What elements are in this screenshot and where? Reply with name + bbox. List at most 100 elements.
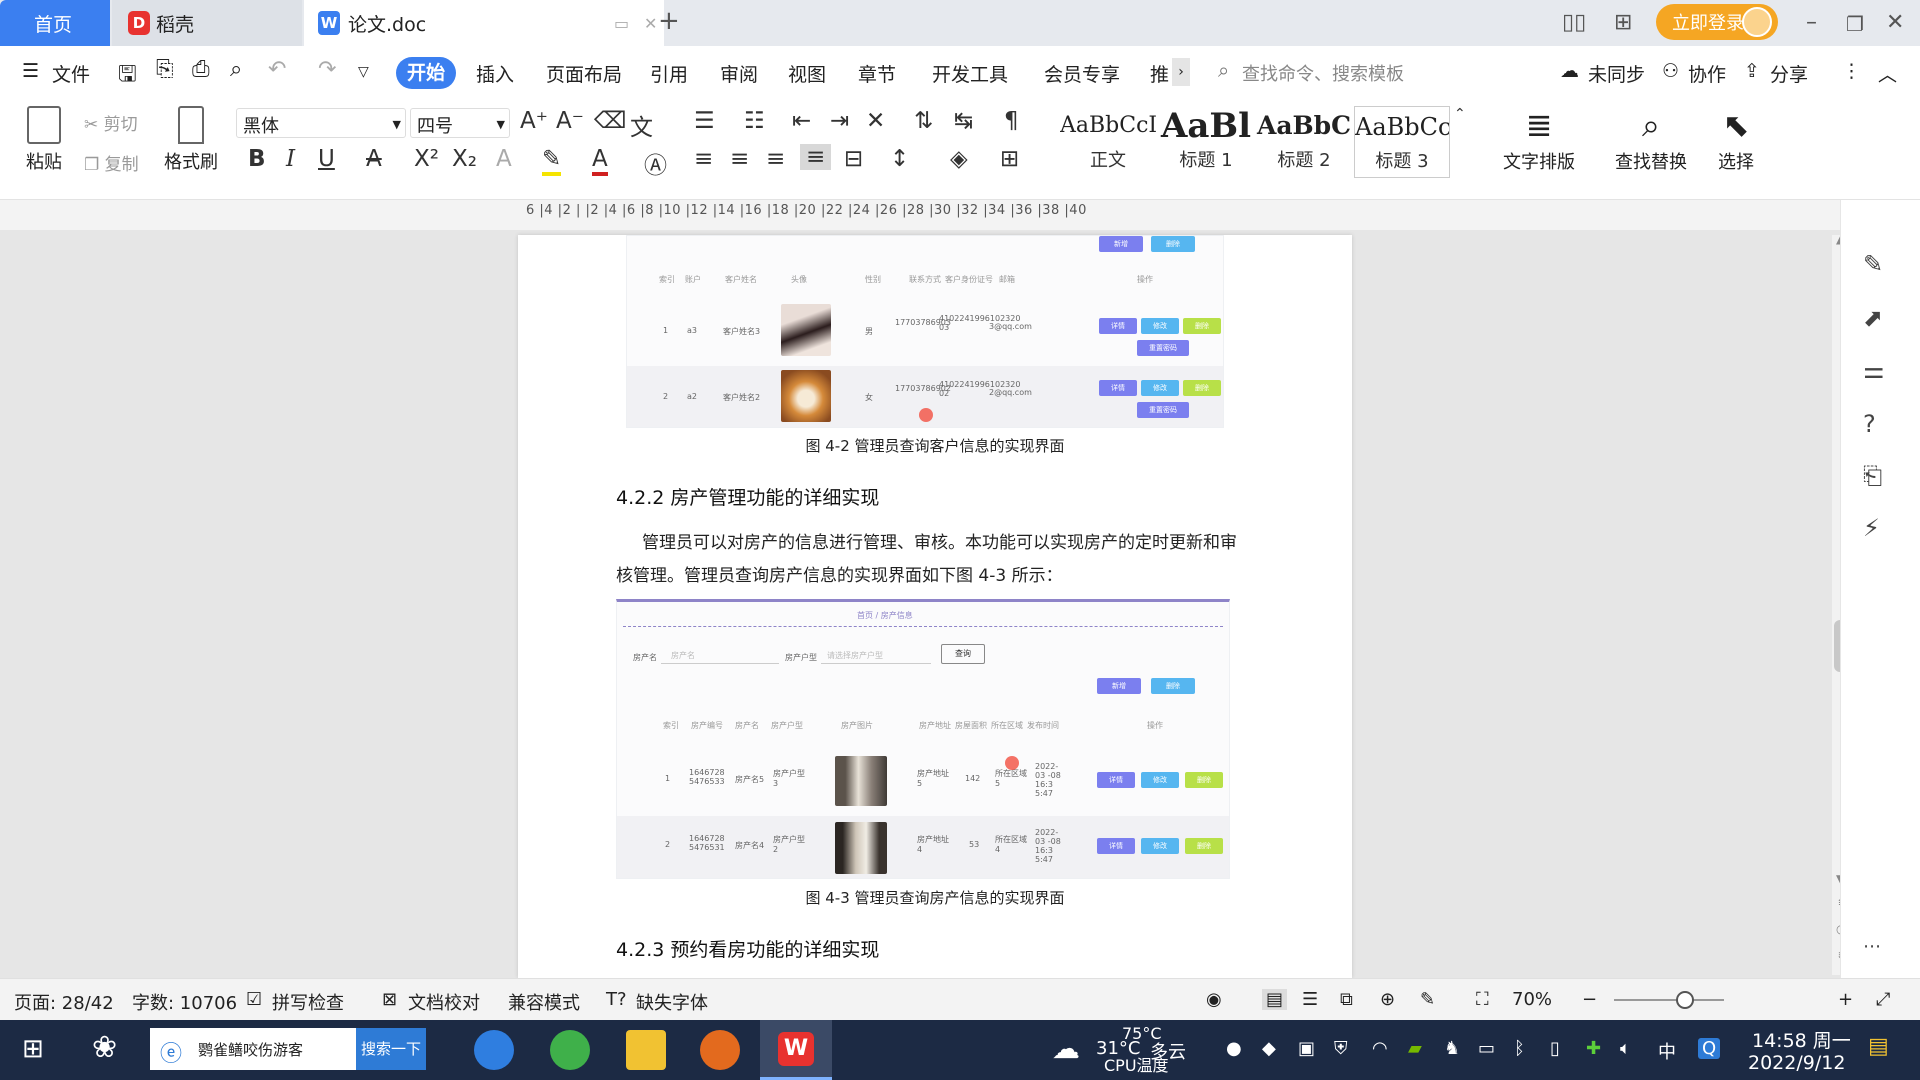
document-page[interactable]: 新增 删除 索引 账户 客户姓名 头像 性别 联系方式 客户身份证号 邮箱 操作…	[518, 235, 1352, 978]
paste-button[interactable]: 粘贴	[16, 106, 72, 174]
web-view-icon[interactable]: ⊕	[1380, 989, 1395, 1010]
more-icon[interactable]: ⋯	[1863, 936, 1881, 957]
cut-button[interactable]: ✂ 剪切	[84, 110, 138, 135]
zoom-slider-handle[interactable]	[1676, 991, 1694, 1009]
clock-date[interactable]: 2022/9/12	[1748, 1052, 1845, 1074]
save-icon[interactable]: 🖫	[118, 57, 137, 95]
text-layout-button[interactable]: ≣ 文字排版	[1494, 106, 1584, 174]
tab-document[interactable]: W 论文.doc ▭ ✕	[304, 0, 664, 46]
superscript-icon[interactable]: X²	[414, 146, 439, 172]
text-direction-icon[interactable]: ↹	[954, 108, 973, 134]
text-effect-icon[interactable]: A	[496, 146, 512, 172]
menu-view[interactable]: 视图	[788, 60, 826, 87]
tab-home[interactable]: 首页	[0, 0, 110, 46]
sync-status[interactable]: 未同步	[1588, 60, 1645, 87]
help-icon[interactable]: ?	[1863, 410, 1876, 438]
menu-more[interactable]: 推	[1150, 60, 1169, 87]
find-replace-button[interactable]: ⌕ 查找替换	[1606, 106, 1696, 174]
tray-green-icon[interactable]: ✚	[1586, 1038, 1601, 1059]
app-launcher-icon[interactable]: ❀	[92, 1030, 117, 1065]
wifi-icon[interactable]: ◠	[1372, 1038, 1388, 1059]
highlight-icon[interactable]: ✎	[542, 146, 562, 176]
menu-start[interactable]: 开始	[396, 57, 456, 89]
grow-font-icon[interactable]: A⁺	[520, 108, 548, 134]
select-button[interactable]: ⬉ 选择	[1706, 106, 1766, 174]
menu-insert[interactable]: 插入	[476, 60, 514, 87]
bullets-icon[interactable]: ☰	[694, 108, 715, 134]
zoom-out-icon[interactable]: −	[1582, 989, 1597, 1010]
menu-page-layout[interactable]: 页面布局	[546, 60, 622, 87]
clear-format-icon[interactable]: ⌫	[594, 108, 627, 134]
show-marks-icon[interactable]: ¶	[1004, 108, 1019, 134]
ime-indicator[interactable]: 中	[1658, 1038, 1676, 1064]
qq-icon[interactable]: ♞	[1444, 1038, 1460, 1059]
tray-update-icon[interactable]: ▣	[1298, 1038, 1315, 1059]
fullscreen-icon[interactable]: ⤢	[1876, 989, 1890, 1010]
page-count[interactable]: 页面: 28/42	[14, 989, 114, 1015]
menu-references[interactable]: 引用	[650, 60, 688, 87]
distribute-icon[interactable]: ⊟	[844, 146, 863, 172]
menu-file[interactable]: 文件	[52, 60, 90, 87]
char-border-icon[interactable]: Ⓐ	[644, 146, 667, 180]
nvidia-icon[interactable]: ▰	[1408, 1038, 1422, 1059]
doc-proof-button[interactable]: 文档校对	[408, 989, 480, 1015]
shield-icon[interactable]: ⛨	[1334, 1038, 1348, 1059]
collab-button[interactable]: 协作	[1688, 60, 1726, 87]
copy-button[interactable]: ❐ 复制	[84, 150, 139, 175]
print-icon[interactable]: ⎙	[192, 57, 210, 82]
video-app-icon[interactable]	[700, 1030, 740, 1070]
compat-mode[interactable]: 兼容模式	[508, 989, 580, 1015]
align-center-icon[interactable]: ≡	[730, 146, 749, 172]
monitor-icon[interactable]: ▭	[614, 14, 629, 33]
pointer-icon[interactable]: ⬈	[1863, 304, 1883, 332]
file-explorer-icon[interactable]	[626, 1030, 666, 1070]
style-heading-2[interactable]: AaBbC 标题 2	[1256, 106, 1352, 178]
redo-icon[interactable]: ↷	[318, 57, 336, 82]
notification-icon[interactable]: ▤	[1868, 1034, 1889, 1059]
borders-icon[interactable]: ⊞	[1000, 146, 1019, 172]
style-heading-3[interactable]: AaBbCc 标题 3	[1354, 106, 1450, 178]
share-button[interactable]: 分享	[1770, 60, 1808, 87]
menu-developer[interactable]: 开发工具	[932, 60, 1008, 87]
usb-icon[interactable]: ▯	[1550, 1038, 1560, 1059]
menu-member[interactable]: 会员专享	[1044, 60, 1120, 87]
battery-icon[interactable]: ▭	[1478, 1038, 1495, 1059]
windows-start-icon[interactable]: ⊞	[22, 1034, 44, 1064]
qq-browser-icon[interactable]: Q	[1698, 1038, 1721, 1059]
style-normal[interactable]: AaBbCcI 正文	[1060, 106, 1156, 178]
lightning-icon[interactable]: ⚡	[1863, 514, 1880, 542]
align-left-icon[interactable]: ≡	[694, 146, 713, 172]
restore-icon[interactable]: ❐	[1846, 12, 1864, 36]
italic-icon[interactable]: I	[286, 146, 295, 172]
zoom-level[interactable]: 70%	[1512, 989, 1552, 1010]
zoom-in-icon[interactable]: +	[1838, 989, 1853, 1010]
login-button[interactable]: 立即登录	[1656, 4, 1778, 40]
style-heading-1[interactable]: AaBl 标题 1	[1158, 106, 1254, 178]
sort-icon[interactable]: ⇅	[914, 108, 933, 134]
styles-scroll-icon[interactable]: ⌃	[1454, 106, 1466, 122]
font-color-icon[interactable]: A	[592, 146, 608, 176]
missing-font-button[interactable]: 缺失字体	[636, 989, 708, 1015]
strikethrough-icon[interactable]: A	[366, 146, 382, 172]
shading-icon[interactable]: ◈	[950, 146, 968, 172]
decrease-indent-icon[interactable]: ⇤	[792, 108, 811, 134]
outline-view-icon[interactable]: ☰	[1302, 989, 1318, 1010]
underline-icon[interactable]: U	[318, 146, 335, 172]
collapse-ribbon-icon[interactable]: ︿	[1878, 60, 1897, 87]
subscript-icon[interactable]: X₂	[452, 146, 477, 172]
format-painter-button[interactable]: 格式刷	[160, 106, 222, 174]
browser-icon[interactable]	[550, 1030, 590, 1070]
numbering-icon[interactable]: ☷	[744, 108, 765, 134]
align-right-icon[interactable]: ≡	[766, 146, 785, 172]
menu-review[interactable]: 审阅	[720, 60, 758, 87]
word-count[interactable]: 字数: 10706	[132, 989, 237, 1015]
bluetooth-icon[interactable]: ᛒ	[1514, 1038, 1525, 1059]
minimize-icon[interactable]: –	[1806, 10, 1817, 35]
wps-taskbar-button[interactable]: W	[760, 1020, 832, 1080]
write-mode-icon[interactable]: ✎	[1420, 989, 1435, 1010]
pen-icon[interactable]: ✎	[1863, 250, 1883, 278]
backup-icon[interactable]: ⎗	[1863, 462, 1882, 490]
export-icon[interactable]: ⎘	[156, 57, 174, 82]
layout-icon[interactable]: ▯▯	[1562, 10, 1586, 35]
volume-icon[interactable]: 🔈︎	[1620, 1038, 1631, 1059]
